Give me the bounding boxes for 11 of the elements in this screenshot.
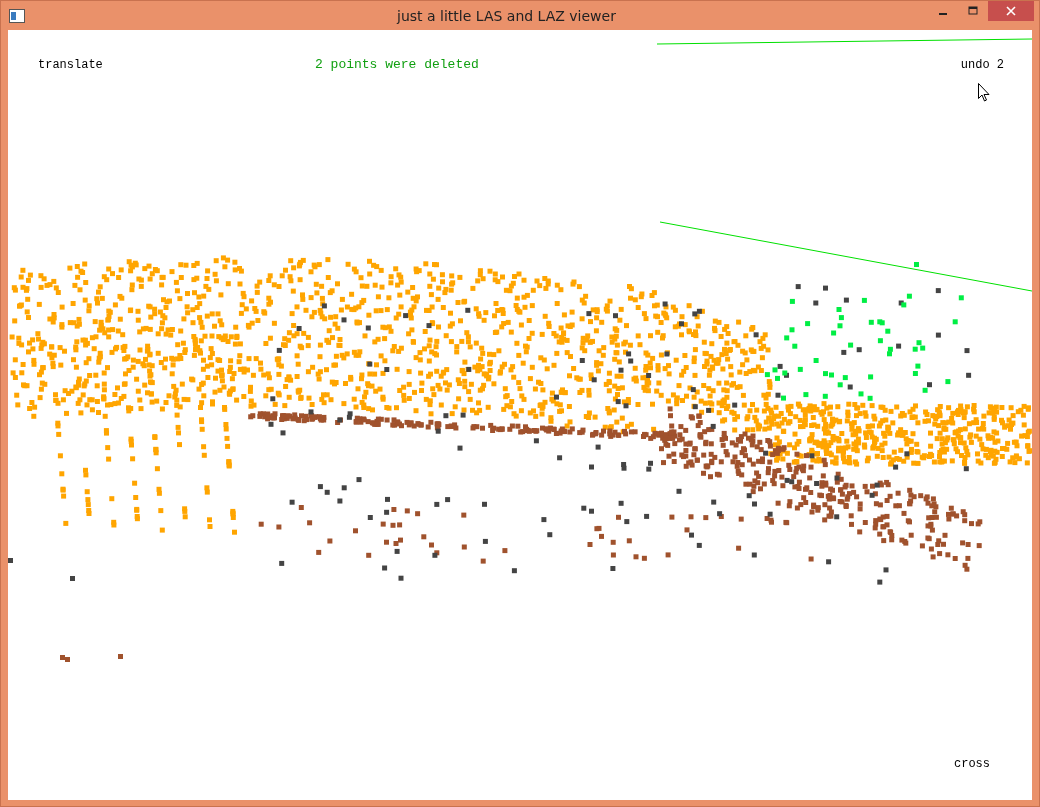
undo-label: undo 2 (960, 58, 1004, 72)
window-title: just a little LAS and LAZ viewer (395, 8, 617, 24)
mode-label: translate (38, 58, 103, 72)
cursor-mode-label: cross (954, 757, 990, 771)
app-icon (9, 9, 25, 23)
status-message: 2 points were deleted (315, 57, 479, 72)
maximize-icon (968, 6, 978, 16)
minimize-icon (939, 13, 947, 15)
close-icon (1006, 6, 1016, 16)
viewer-canvas[interactable]: translate 2 points were deleted undo 2 cross (8, 30, 1032, 800)
mouse-pointer-icon (978, 83, 990, 102)
